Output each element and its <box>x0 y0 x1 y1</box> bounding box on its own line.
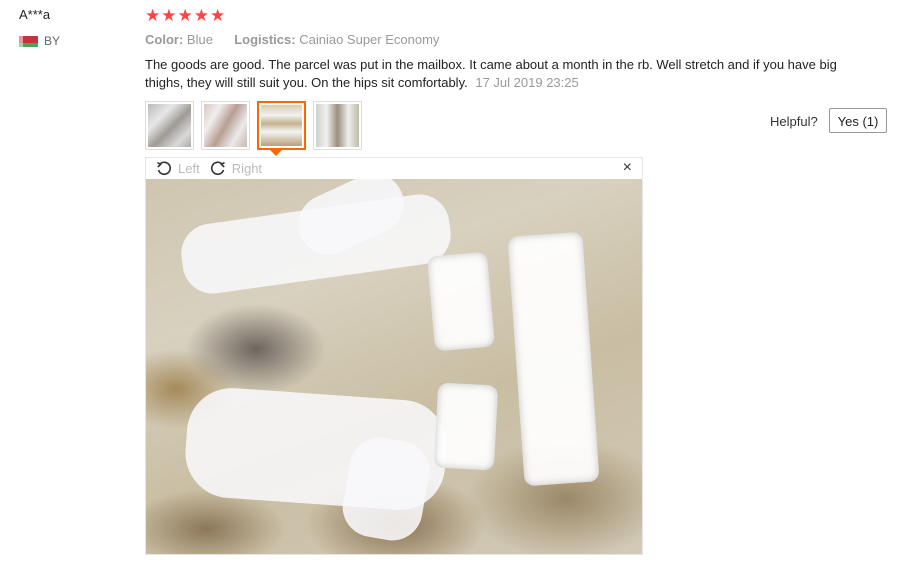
star-rating: ★ ★ ★ ★ ★ <box>145 6 225 26</box>
star-icon: ★ <box>210 6 226 25</box>
rotate-right-icon <box>210 161 225 175</box>
photo-thumbnail[interactable] <box>313 101 362 150</box>
photo-thumbnail[interactable] <box>145 101 194 150</box>
active-thumbnail-pointer <box>270 150 282 156</box>
star-icon: ★ <box>177 6 193 25</box>
logistics-value: Cainiao Super Economy <box>299 32 440 47</box>
belarus-flag-icon <box>19 35 38 47</box>
rotate-left-button[interactable]: Left <box>156 161 200 177</box>
reviewer-name: A***a <box>19 7 51 22</box>
rotate-right-label: Right <box>231 161 263 176</box>
star-icon: ★ <box>193 6 209 25</box>
logistics-label: Logistics: <box>234 32 296 47</box>
color-label: Color: <box>145 32 184 47</box>
star-icon: ★ <box>161 6 177 25</box>
rotate-right-button[interactable]: Right <box>210 161 262 177</box>
review-photo <box>146 179 642 554</box>
close-icon[interactable]: × <box>623 159 632 177</box>
lace-trim <box>426 251 496 352</box>
review-date: 17 Jul 2019 23:25 <box>475 75 579 90</box>
lace-trim <box>433 382 499 471</box>
rotate-left-icon <box>157 161 172 175</box>
star-icon: ★ <box>145 6 161 25</box>
photo-thumbnail-active[interactable] <box>257 101 306 150</box>
helpful-yes-button[interactable]: Yes (1) <box>829 108 887 133</box>
photo-viewer: Left Right × <box>145 157 643 555</box>
viewer-toolbar: Left Right × <box>146 158 642 179</box>
helpful-label: Helpful? <box>770 114 818 129</box>
reviewer-country: BY <box>19 34 60 48</box>
country-code: BY <box>44 34 61 48</box>
photo-thumbnails <box>145 101 362 150</box>
rotate-left-label: Left <box>178 161 200 176</box>
review-body: The goods are good. The parcel was put i… <box>145 56 865 92</box>
order-attributes: Color: Blue Logistics: Cainiao Super Eco… <box>145 32 439 47</box>
lace-trim <box>507 231 600 487</box>
photo-thumbnail[interactable] <box>201 101 250 150</box>
color-value: Blue <box>186 32 213 47</box>
